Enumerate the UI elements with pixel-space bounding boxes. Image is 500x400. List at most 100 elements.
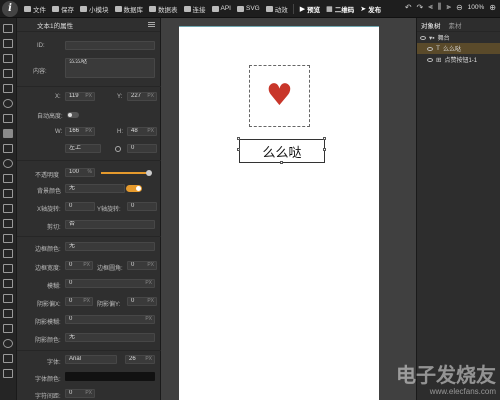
x-rotate-field[interactable]: 0 bbox=[65, 202, 95, 211]
pen-tool-icon[interactable] bbox=[3, 174, 13, 183]
frame-tool-icon[interactable] bbox=[3, 84, 13, 93]
resize-handle-bottom[interactable] bbox=[280, 161, 283, 164]
shadow-y-field[interactable]: 0 PX bbox=[127, 297, 157, 306]
layer-tool-icon[interactable] bbox=[3, 324, 13, 333]
toolbar-api-button[interactable]: API bbox=[211, 5, 231, 12]
bgcolor-field[interactable]: 无 bbox=[65, 184, 125, 193]
list-tool-icon[interactable] bbox=[3, 249, 13, 258]
preview-button[interactable]: ▶ 预览 bbox=[300, 4, 320, 14]
table-tool-icon[interactable] bbox=[3, 234, 13, 243]
clip-select[interactable]: 否 bbox=[65, 220, 155, 229]
w-field[interactable]: 166 PX bbox=[65, 127, 95, 136]
toolbar-svg-button[interactable]: SVG bbox=[236, 5, 260, 12]
toolbar-table-button[interactable]: 数据表 bbox=[149, 4, 178, 14]
folder-tool-icon[interactable] bbox=[3, 144, 13, 153]
save-icon bbox=[52, 5, 59, 12]
settings-tool-icon[interactable] bbox=[3, 369, 13, 378]
input-tool-icon[interactable] bbox=[3, 69, 13, 78]
toolbar-animation-button[interactable]: 动效 bbox=[265, 4, 288, 14]
image-gallery-tool-icon[interactable] bbox=[3, 279, 13, 288]
qrcode-icon: ▦ bbox=[326, 5, 333, 13]
grid-tool-icon[interactable] bbox=[3, 294, 13, 303]
stage-guide-line bbox=[179, 26, 379, 27]
tab-object-tree[interactable]: 对象树 bbox=[421, 20, 441, 30]
toolbar-database-button[interactable]: 数据库 bbox=[114, 4, 143, 14]
selected-text-element[interactable]: 么么哒 bbox=[239, 139, 325, 163]
layer-row-like-button[interactable]: ⊞ 点赞按钮1-1 bbox=[417, 54, 500, 65]
eye-icon[interactable] bbox=[427, 46, 433, 51]
publish-button[interactable]: ➤ 发布 bbox=[360, 4, 381, 14]
rectangle-tool-icon[interactable] bbox=[3, 114, 13, 123]
shadow-color-field[interactable]: 无 bbox=[65, 333, 155, 342]
toolbar-save-button[interactable]: 保存 bbox=[52, 4, 74, 14]
opacity-value: 100 bbox=[69, 169, 80, 175]
resize-handle-right[interactable] bbox=[323, 148, 326, 151]
layer-row-stage[interactable]: ▾▪ 舞台 bbox=[417, 32, 500, 43]
stage[interactable]: ♥ 么么哒 bbox=[179, 26, 379, 400]
shadow-x-field[interactable]: 0 PX bbox=[65, 297, 93, 306]
zoom-in-icon[interactable]: ⊕ bbox=[489, 3, 496, 12]
eye-icon[interactable] bbox=[420, 35, 426, 40]
watermark: 电子发烧友 www.elecfans.com bbox=[396, 359, 496, 396]
like-button-element[interactable]: ♥ bbox=[249, 65, 310, 127]
letter-spacing-field[interactable]: 0 PX bbox=[65, 389, 95, 398]
layer-row-text[interactable]: T 么么哒 bbox=[417, 43, 500, 54]
shadow-blur-field[interactable]: 0 PX bbox=[65, 315, 155, 324]
align-center-icon[interactable]: ⫼ bbox=[438, 2, 442, 12]
ellipse-tool-icon[interactable] bbox=[3, 99, 13, 108]
contact-tool-icon[interactable] bbox=[3, 354, 13, 363]
redo-icon[interactable]: ↷ bbox=[417, 3, 424, 12]
resize-handle-top-right[interactable] bbox=[323, 137, 326, 140]
star-tool-icon[interactable] bbox=[3, 129, 13, 138]
font-size-field[interactable]: 26 PX bbox=[125, 355, 155, 364]
image-tool-icon[interactable] bbox=[3, 39, 13, 48]
toolbar-file-button[interactable]: 文件 bbox=[24, 4, 46, 14]
font-select[interactable]: Arial bbox=[65, 355, 117, 364]
border-width-field[interactable]: 0 PX bbox=[65, 261, 93, 270]
text-tool-icon[interactable] bbox=[3, 24, 13, 33]
content-field[interactable]: 么么哒 bbox=[65, 58, 155, 78]
y-label: Y: bbox=[117, 94, 123, 100]
bgcolor-toggle[interactable] bbox=[126, 185, 142, 192]
resize-handle-left[interactable] bbox=[237, 148, 240, 151]
radius-field[interactable]: 0 PX bbox=[127, 261, 157, 270]
h-field[interactable]: 48 PX bbox=[127, 127, 157, 136]
border-color-field[interactable]: 无 bbox=[65, 242, 155, 251]
top-toolbar: i 文件 保存 小模块 数据库 数据表 连接 API SVG 动效 ▶ 预览 ▦ 二… bbox=[0, 0, 500, 18]
undo-icon[interactable]: ↶ bbox=[405, 3, 412, 12]
opacity-slider-knob[interactable] bbox=[146, 170, 152, 176]
music-tool-icon[interactable] bbox=[3, 204, 13, 213]
opacity-field[interactable]: 100% bbox=[65, 168, 95, 177]
font-color-field[interactable] bbox=[65, 372, 155, 381]
toolbar-module-button[interactable]: 小模块 bbox=[80, 4, 109, 14]
opacity-slider[interactable] bbox=[101, 172, 149, 174]
palette-tool-icon[interactable] bbox=[3, 159, 13, 168]
tool-strip bbox=[0, 18, 17, 400]
align-left-icon[interactable]: ⫷ bbox=[428, 2, 433, 12]
resize-handle-top-left[interactable] bbox=[237, 137, 240, 140]
y-rotate-field[interactable]: 0 bbox=[127, 202, 157, 211]
panel-menu-icon[interactable] bbox=[148, 22, 155, 27]
qrcode-button[interactable]: ▦ 二维码 bbox=[326, 4, 354, 14]
form-tool-icon[interactable] bbox=[3, 309, 13, 318]
rotate-field[interactable]: 0 bbox=[127, 144, 157, 153]
id-field[interactable] bbox=[65, 41, 155, 50]
toolbar-link-button[interactable]: 连接 bbox=[183, 4, 206, 14]
tab-assets[interactable]: 素材 bbox=[449, 20, 462, 30]
blur-field[interactable]: 0 PX bbox=[65, 279, 155, 288]
shadow-blur-unit: PX bbox=[145, 316, 152, 322]
timer-tool-icon[interactable] bbox=[3, 339, 13, 348]
video-tool-icon[interactable] bbox=[3, 189, 13, 198]
y-field[interactable]: 227 PX bbox=[127, 92, 157, 101]
x-field[interactable]: 119 PX bbox=[65, 92, 95, 101]
align-right-icon[interactable]: ⫸ bbox=[446, 2, 451, 12]
eye-icon[interactable] bbox=[427, 57, 433, 62]
anchor-select[interactable]: 左上 bbox=[65, 144, 101, 153]
upload-tool-icon[interactable] bbox=[3, 264, 13, 273]
auto-height-toggle[interactable] bbox=[67, 112, 79, 118]
opacity-unit: % bbox=[87, 169, 92, 175]
button-tool-icon[interactable] bbox=[3, 54, 13, 63]
chart-tool-icon[interactable] bbox=[3, 219, 13, 228]
y-rotate-label: Y轴旋转: bbox=[97, 207, 121, 213]
zoom-out-icon[interactable]: ⊖ bbox=[456, 3, 463, 12]
